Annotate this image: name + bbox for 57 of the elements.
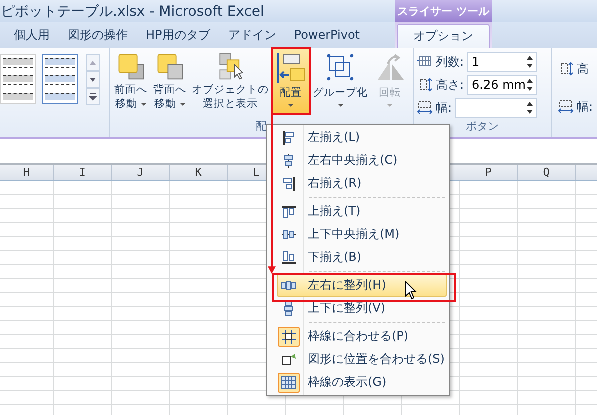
menu-item[interactable]: 枠線に合わせる(P) — [277, 325, 447, 348]
field-label: 幅: — [577, 98, 594, 116]
column-header[interactable]: J — [112, 165, 170, 180]
column-header[interactable]: K — [170, 165, 228, 180]
spinner-icon — [526, 54, 534, 70]
width-icon — [558, 99, 574, 115]
align-icon — [275, 52, 307, 84]
ribbon-tab[interactable]: 図形の操作 — [59, 26, 137, 44]
align-top-icon — [281, 204, 297, 220]
ribbon-button[interactable]: 前面へ 移動 — [112, 48, 150, 114]
spin-field[interactable]: 1 — [467, 52, 537, 72]
width-icon — [417, 100, 433, 116]
ribbon-button[interactable]: グループ化 — [311, 48, 370, 114]
spinner-icon — [526, 77, 534, 93]
menu-item[interactable]: 上下中央揃え(M) — [277, 223, 447, 246]
align-bottom-icon — [281, 250, 297, 266]
group-label: 配 — [256, 119, 267, 133]
ribbon-tab[interactable]: オプション — [397, 24, 490, 48]
ribbon-button[interactable]: 背面へ 移動 — [151, 48, 189, 114]
menu-item[interactable]: 図形に位置を合わせる(S) — [277, 348, 447, 371]
window-title: ピボットテーブル.xlsx - Microsoft Excel — [0, 3, 266, 22]
contextual-tab-header: スライサー ツール — [395, 0, 492, 22]
align-left-icon — [281, 130, 297, 146]
menu-item[interactable]: 左右に整列(H) — [277, 274, 447, 297]
spinner-icon — [526, 100, 534, 116]
caret-down-icon — [89, 76, 97, 84]
column-header[interactable]: I — [54, 165, 112, 180]
menu-item[interactable]: 下揃え(B) — [277, 246, 447, 269]
ribbon-tab[interactable]: HP用のタブ — [137, 26, 220, 44]
ribbon-tab[interactable]: アドイン — [219, 26, 286, 44]
shape-snap-icon — [281, 352, 297, 368]
ribbon-button[interactable]: 配置 — [272, 48, 310, 114]
ribbon-tab[interactable]: PowerPivot — [285, 28, 370, 42]
highlight-frame — [271, 47, 311, 115]
field-label: 列数: — [436, 54, 464, 70]
field-label: 高 — [577, 60, 589, 78]
align-right-icon — [281, 176, 297, 192]
mouse-pointer-icon — [405, 281, 417, 300]
ribbon-tab[interactable]: 個人用 — [5, 26, 59, 44]
menu-item[interactable]: 上揃え(T) — [277, 200, 447, 223]
gallery-more-button[interactable] — [86, 88, 100, 105]
slicer-style-thumbnail[interactable] — [0, 54, 36, 104]
group-label: ボタン — [466, 119, 499, 133]
spin-field[interactable] — [455, 98, 537, 118]
column-header[interactable]: P — [460, 165, 518, 180]
column-header[interactable]: Q — [518, 165, 576, 180]
field-label: 幅: — [436, 100, 452, 116]
ribbon-button[interactable]: オブジェクトの 選択と表示 — [190, 48, 271, 114]
field-label: 高さ: — [436, 76, 464, 94]
expand-icon — [89, 92, 97, 100]
gallery-down-button[interactable] — [86, 71, 100, 88]
column-header[interactable]: H — [0, 165, 54, 180]
caret-up-icon — [89, 58, 97, 66]
spin-field[interactable]: 6.26 mm — [467, 75, 537, 95]
menu-item[interactable]: 枠線の表示(G) — [277, 371, 447, 394]
slicer-style-thumbnail[interactable] — [42, 54, 78, 104]
menu-item[interactable]: 左揃え(L) — [277, 126, 447, 149]
